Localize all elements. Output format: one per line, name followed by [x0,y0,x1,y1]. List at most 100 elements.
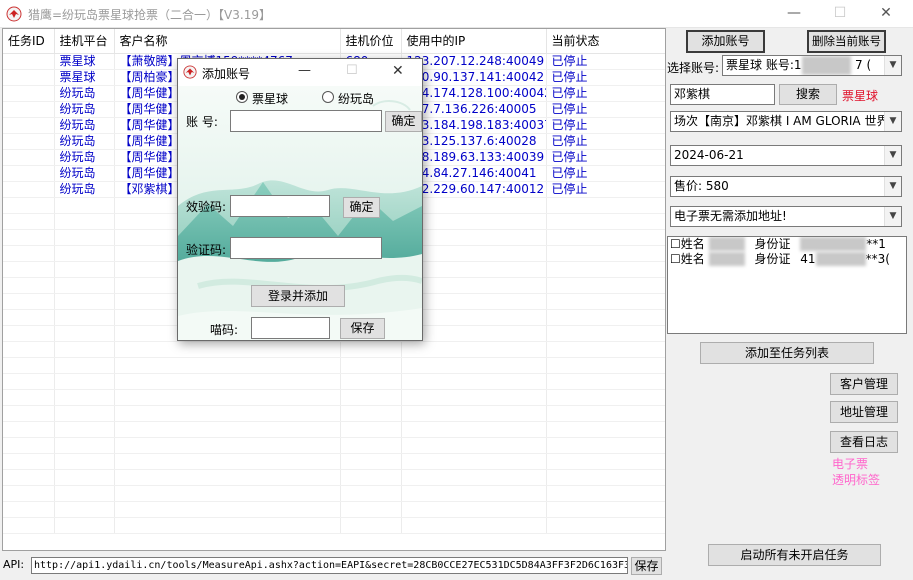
column-header-customer[interactable]: 客户名称 [114,29,341,54]
empty-cell: . [546,437,665,454]
checkbox-icon[interactable]: ☐ [670,252,681,266]
buyer-name-label: 姓名 [680,237,705,251]
empty-cell: . [3,437,55,454]
account-label: 账 号: [186,115,218,129]
session-value: 场次【南京】邓紫棋 I AM GLORIA 世界 [674,114,889,128]
code-label: 喵码: [210,323,239,337]
buyer-item[interactable]: ☐姓名 xx 身份证 xx**1 [668,237,906,252]
radio-fenwandao[interactable] [322,91,334,103]
empty-cell: . [3,405,55,422]
search-input[interactable]: 邓紫棋 [670,84,775,105]
empty-cell: . [546,197,665,214]
empty-cell: . [3,277,55,294]
checkbox-icon[interactable]: ☐ [670,237,681,251]
buyer-id-tail: **1 [866,237,886,251]
dialog-minimize-button[interactable]: — [298,63,311,78]
account-input[interactable] [230,110,382,132]
verify-code-label: 验证码: [186,243,227,257]
empty-cell: . [546,357,665,374]
column-header-platform[interactable]: 挂机平台 [54,29,115,54]
cell-task-id [3,165,55,182]
empty-cell: . [3,389,55,406]
captcha-input[interactable] [230,195,330,217]
select-account-combo[interactable]: 票星球 账号:1xxxxxxx 7 ( ▼ [722,55,902,76]
address-management-button[interactable]: 地址管理 [830,401,898,423]
date-combo[interactable]: 2024-06-21 ▼ [670,145,902,166]
empty-cell: . [114,437,341,454]
code-save-button[interactable]: 保存 [340,318,385,339]
address-value: 电子票无需添加地址! [674,209,787,223]
cell-task-id [3,133,55,150]
empty-cell: . [54,197,115,214]
session-combo[interactable]: 场次【南京】邓紫棋 I AM GLORIA 世界 ▼ [670,111,902,132]
empty-cell: . [3,293,55,310]
empty-cell: . [54,229,115,246]
empty-cell: . [54,485,115,502]
column-header-status[interactable]: 当前状态 [546,29,665,54]
cell-platform: 纷玩岛 [54,133,115,150]
column-header-task-id[interactable]: 任务ID [3,29,55,54]
search-button[interactable]: 搜索 [779,84,837,105]
account-confirm-button[interactable]: 确定 [385,111,422,132]
api-url-input[interactable]: http://api1.ydaili.cn/tools/MeasureApi.a… [31,557,628,574]
chevron-down-icon[interactable]: ▼ [884,207,901,226]
empty-cell: . [3,357,55,374]
column-header-ip[interactable]: 使用中的IP [401,29,547,54]
radio-fenwandao-label: 纷玩岛 [338,92,375,106]
empty-cell: . [340,501,402,518]
chevron-down-icon[interactable]: ▼ [884,177,901,196]
empty-cell: . [546,309,665,326]
empty-cell: . [340,453,402,470]
add-to-tasks-button[interactable]: 添加至任务列表 [700,342,874,364]
code-input[interactable] [251,317,330,339]
dialog-close-button[interactable]: ✕ [392,63,404,79]
empty-cell: . [546,213,665,230]
empty-cell: . [114,501,341,518]
add-account-dialog[interactable]: 添加账号 — ☐ ✕ 票星球 纷玩岛 账 号: 确定 效验码: 确定 验证码: … [177,58,423,341]
empty-cell: . [54,309,115,326]
cell-task-id [3,117,55,134]
empty-cell: . [546,469,665,486]
cell-platform: 纷玩岛 [54,117,115,134]
dialog-body: 票星球 纷玩岛 账 号: 确定 效验码: 确定 验证码: 登录并添加 喵码: 保… [178,86,422,340]
masked-id: xx [815,252,866,266]
empty-cell: . [546,485,665,502]
transparent-tag: 透明标签 [832,473,881,487]
login-and-add-button[interactable]: 登录并添加 [251,285,345,307]
masked-name: xx [708,252,745,266]
table-header-row: 任务ID 挂机平台 客户名称 挂机价位 使用中的IP 当前状态 [3,29,665,54]
chevron-down-icon[interactable]: ▼ [884,146,901,165]
start-all-tasks-button[interactable]: 启动所有未开启任务 [708,544,881,566]
view-log-button[interactable]: 查看日志 [830,431,898,453]
add-account-button[interactable]: 添加账号 [686,30,765,53]
empty-cell: . [401,453,547,470]
close-button[interactable]: ✕ [863,0,909,28]
empty-cell: . [54,389,115,406]
main-title-bar: 猎鹰=纷玩岛票星球抢票（二合一）【V3.19】 — ☐ ✕ [0,0,913,28]
empty-table-row: ...... [3,437,665,454]
empty-cell: . [114,405,341,422]
address-combo[interactable]: 电子票无需添加地址! ▼ [670,206,902,227]
delete-account-button[interactable]: 删除当前账号 [807,30,886,53]
buyer-item[interactable]: ☐姓名 xx 身份证 41xx**3( [668,252,906,267]
price-combo[interactable]: 售价: 580 ▼ [670,176,902,197]
empty-cell: . [3,325,55,342]
customer-management-button[interactable]: 客户管理 [830,373,898,395]
empty-table-row: ...... [3,453,665,470]
verify-code-input[interactable] [230,237,382,259]
empty-cell: . [54,469,115,486]
captcha-confirm-button[interactable]: 确定 [343,197,380,218]
empty-cell: . [401,501,547,518]
empty-cell: . [340,389,402,406]
radio-piaoxingqiu[interactable] [236,91,248,103]
api-save-button[interactable]: 保存 [631,557,662,575]
empty-cell: . [3,469,55,486]
chevron-down-icon[interactable]: ▼ [884,112,901,131]
buyer-list[interactable]: ☐姓名 xx 身份证 xx**1 ☐姓名 xx 身份证 41xx**3( [667,236,907,334]
column-header-price[interactable]: 挂机价位 [340,29,402,54]
chevron-down-icon[interactable]: ▼ [884,56,901,75]
minimize-button[interactable]: — [771,0,817,28]
cell-platform: 纷玩岛 [54,149,115,166]
empty-cell: . [114,373,341,390]
empty-cell: . [114,469,341,486]
